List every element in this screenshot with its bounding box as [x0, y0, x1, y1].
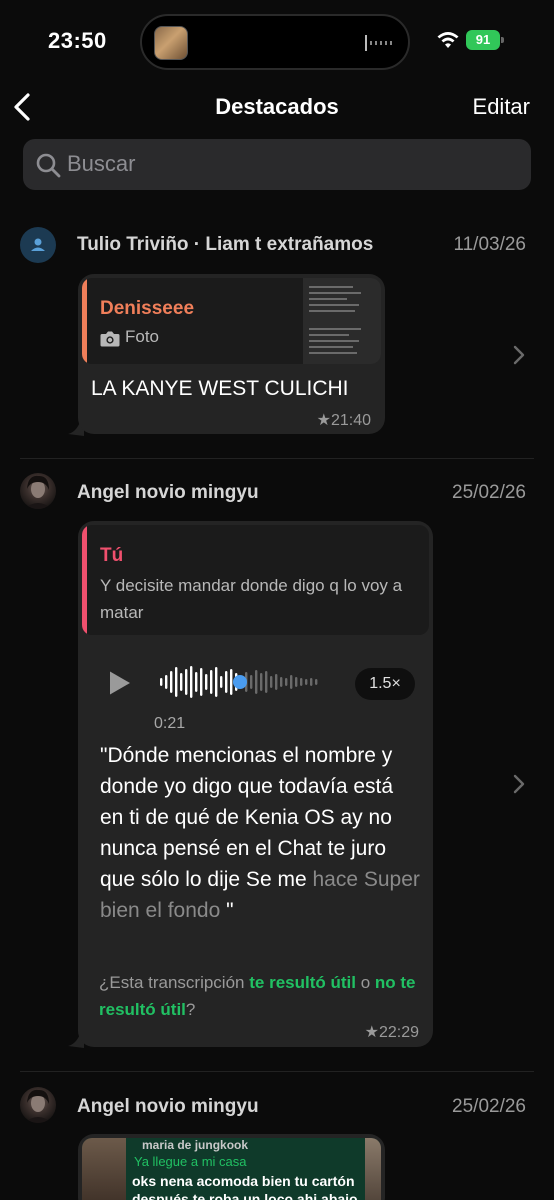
- waveform-bar: [200, 668, 203, 696]
- voice-message-player: 1.5×: [78, 654, 433, 714]
- waveform-bar: [210, 670, 213, 694]
- message-bubble[interactable]: Tú Y decisite mandar donde digo q lo voy…: [78, 521, 433, 1047]
- waveform-bar: [165, 675, 168, 689]
- waveform-bar: [175, 667, 178, 697]
- battery-indicator: 91: [466, 30, 500, 50]
- quoted-type: Foto: [125, 327, 160, 346]
- avatar[interactable]: [20, 473, 56, 509]
- search-bar[interactable]: Buscar: [23, 139, 531, 190]
- transcription-text: "Dónde mencionas el nombre y donde yo di…: [100, 740, 420, 926]
- starred-time: ★21:40: [316, 412, 371, 429]
- audio-waveform[interactable]: [160, 664, 330, 700]
- waveform-bar: [290, 675, 293, 689]
- voice-duration: 0:21: [154, 715, 186, 732]
- message-date: 25/02/26: [452, 1096, 526, 1117]
- message-text: LA KANYE WEST CULICHI: [91, 377, 349, 400]
- starred-message-item[interactable]: Angel novio mingyu 25/02/26 maria de jun…: [0, 1084, 554, 1200]
- chevron-right-icon[interactable]: [512, 344, 526, 366]
- status-bar: 23:50 91: [0, 0, 554, 80]
- waveform-bar: [270, 676, 273, 688]
- dynamic-island[interactable]: [140, 14, 410, 70]
- waveform-bar: [170, 671, 173, 693]
- camera-icon: [100, 331, 120, 347]
- audio-wave-icon: [365, 35, 392, 51]
- starred-message-item[interactable]: Angel novio mingyu 25/02/26 Tú Y decisit…: [0, 470, 554, 1060]
- search-input[interactable]: Buscar: [67, 151, 135, 177]
- waveform-bar: [255, 670, 258, 694]
- divider: [20, 458, 534, 459]
- waveform-bar: [300, 678, 303, 686]
- message-date: 25/02/26: [452, 482, 526, 503]
- page-title: Destacados: [215, 94, 339, 119]
- waveform-bar: [225, 671, 228, 693]
- play-icon[interactable]: [108, 670, 132, 696]
- now-playing-thumbnail: [154, 26, 188, 60]
- quote-accent-bar: [82, 525, 87, 635]
- profile-photo: [24, 475, 52, 509]
- waveform-bar: [260, 673, 263, 691]
- quote-accent-bar: [82, 278, 87, 364]
- waveform-bar: [180, 673, 183, 691]
- waveform-bar: [275, 674, 278, 690]
- waveform-bar: [185, 669, 188, 695]
- divider: [20, 1071, 534, 1072]
- waveform-bar: [315, 679, 318, 685]
- quoted-message[interactable]: Denisseee Foto: [82, 278, 381, 364]
- navigation-bar: Destacados Editar: [0, 80, 554, 136]
- wifi-icon: [437, 32, 459, 48]
- status-time: 23:50: [48, 28, 107, 53]
- message-bubble[interactable]: maria de jungkook Ya llegue a mi casa ok…: [78, 1134, 385, 1200]
- starred-message-item[interactable]: Tulio Triviño · Liam t extrañamos 11/03/…: [0, 222, 554, 458]
- waveform-bar: [205, 674, 208, 690]
- search-icon: [36, 153, 61, 178]
- feedback-question: ¿Esta transcripción: [99, 973, 245, 992]
- waveform-bar: [310, 678, 313, 686]
- preview-text: oks nena acomoda bien tu cartón después …: [132, 1173, 358, 1200]
- waveform-bar: [295, 677, 298, 687]
- quoted-photo-thumbnail: [303, 278, 381, 364]
- preview-sender: maria de jungkook: [142, 1138, 249, 1152]
- avatar[interactable]: [20, 1087, 56, 1123]
- feedback-helpful-link[interactable]: te resultó útil: [249, 973, 356, 992]
- feedback-or: o: [360, 973, 371, 992]
- profile-photo: [24, 1089, 52, 1123]
- preview-photo-right: [365, 1138, 381, 1200]
- message-date: 11/03/26: [453, 234, 526, 255]
- starred-time: ★22:29: [364, 1024, 419, 1041]
- waveform-bar: [265, 671, 268, 693]
- waveform-bar: [220, 676, 223, 688]
- waveform-bar: [160, 678, 163, 686]
- image-preview[interactable]: maria de jungkook Ya llegue a mi casa ok…: [82, 1138, 381, 1200]
- quoted-text: Y decisite mandar donde digo q lo voy a …: [100, 576, 403, 622]
- playback-speed-button[interactable]: 1.5×: [355, 668, 415, 700]
- waveform-bar: [215, 667, 218, 697]
- quoted-message[interactable]: Tú Y decisite mandar donde digo q lo voy…: [82, 525, 429, 635]
- waveform-bar: [305, 679, 308, 685]
- preview-photo-left: [82, 1138, 126, 1200]
- waveform-bar: [190, 666, 193, 698]
- sender-name: Angel novio mingyu: [77, 1096, 259, 1117]
- message-bubble[interactable]: Denisseee Foto LA KANYE WEST CULICHI ★21…: [78, 274, 385, 434]
- sender-name: Tulio Triviño · Liam t extrañamos: [77, 234, 374, 255]
- waveform-bar: [250, 675, 253, 689]
- waveform-bar: [285, 678, 288, 686]
- sender-name: Angel novio mingyu: [77, 482, 259, 503]
- waveform-bar: [230, 669, 233, 695]
- chevron-right-icon[interactable]: [512, 773, 526, 795]
- feedback-question-mark: ?: [185, 1000, 196, 1019]
- battery-cap: [501, 37, 504, 43]
- playback-scrubber[interactable]: [233, 675, 247, 689]
- waveform-bar: [280, 677, 283, 687]
- waveform-bar: [195, 672, 198, 692]
- preview-subtitle: Ya llegue a mi casa: [134, 1154, 247, 1169]
- quoted-sender: Denisseee: [100, 298, 195, 319]
- transcription-end: ": [220, 899, 234, 922]
- avatar[interactable]: [20, 227, 56, 263]
- quoted-sender: Tú: [100, 545, 124, 566]
- edit-button[interactable]: Editar: [473, 94, 530, 120]
- person-icon: [31, 238, 45, 251]
- transcription-feedback: ¿Esta transcripción te resultó útil o no…: [99, 969, 419, 1023]
